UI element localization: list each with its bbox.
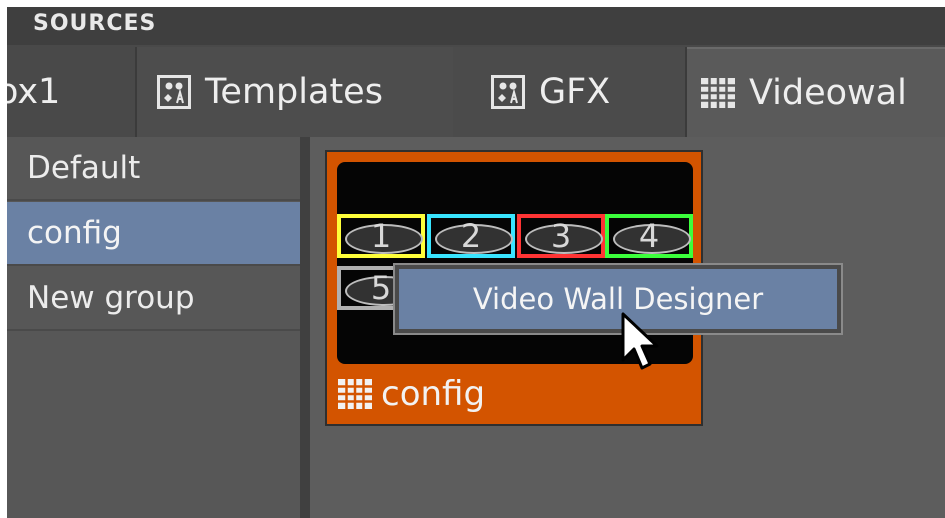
screen-1: 1 xyxy=(337,214,425,258)
tab-gfx[interactable]: GFX xyxy=(453,47,685,137)
group-sidebar: Default config New group xyxy=(7,137,300,518)
tab-label: ox1 xyxy=(7,72,61,112)
tile-label: config xyxy=(337,374,485,414)
tab-box1[interactable]: ox1 xyxy=(7,47,137,137)
tab-videowall[interactable]: Videowal xyxy=(687,47,945,137)
tab-label: GFX xyxy=(539,72,611,112)
tab-bar: ox1 Templates GFX xyxy=(7,45,945,175)
template-icon xyxy=(491,75,525,109)
app-window: SOURCES ox1 Templates xyxy=(7,7,945,518)
screen-number: 2 xyxy=(460,217,482,255)
menu-item-video-wall-designer[interactable]: Video Wall Designer xyxy=(399,269,837,329)
sidebar-item-label: config xyxy=(27,215,122,251)
screen-3: 3 xyxy=(517,214,605,258)
context-menu: Video Wall Designer xyxy=(393,263,843,335)
screen-2: 2 xyxy=(427,214,515,258)
tile-name: config xyxy=(381,374,486,414)
screen-4: 4 xyxy=(605,214,693,258)
mouse-cursor-icon xyxy=(621,312,659,370)
screen-number: 4 xyxy=(638,217,660,255)
template-icon xyxy=(157,75,191,109)
sidebar-item-default[interactable]: Default xyxy=(7,137,300,201)
sidebar-item-new-group[interactable]: New group xyxy=(7,267,300,331)
screen-number: 3 xyxy=(550,217,572,255)
tab-label: Templates xyxy=(205,72,383,112)
tab-templates[interactable]: Templates xyxy=(137,47,453,137)
screen-number: 1 xyxy=(370,217,392,255)
menu-item-label: Video Wall Designer xyxy=(472,282,764,316)
tab-label: Videowal xyxy=(749,73,907,113)
sidebar-item-label: New group xyxy=(27,280,195,316)
panel-title: SOURCES xyxy=(33,11,157,36)
sidebar-item-label: Default xyxy=(27,150,141,186)
sidebar-item-config[interactable]: config xyxy=(7,202,300,266)
panel-splitter[interactable] xyxy=(300,137,310,518)
videowall-icon xyxy=(701,78,735,108)
videowall-icon xyxy=(338,379,372,409)
sources-header: SOURCES xyxy=(7,7,945,45)
